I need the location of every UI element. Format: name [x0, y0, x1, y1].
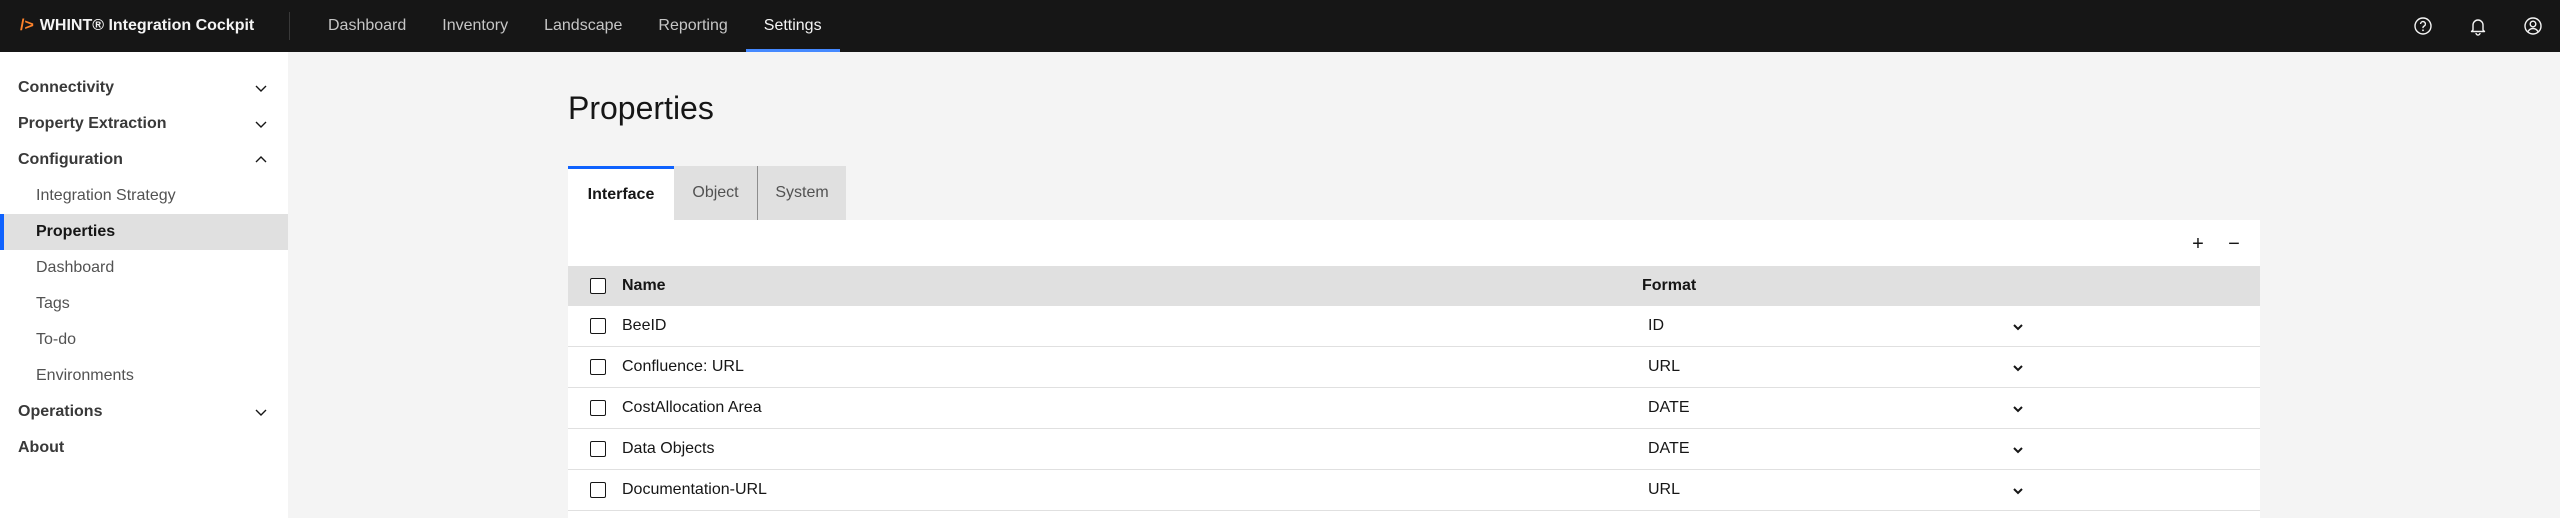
chevron-down-icon[interactable] — [2011, 320, 2025, 334]
row-checkbox[interactable] — [590, 359, 606, 375]
table-row: BeeID ID — [568, 306, 2260, 347]
chevron-down-icon[interactable] — [2011, 484, 2025, 498]
sidebar-item-property-extraction[interactable]: Property Extraction — [0, 106, 288, 142]
properties-table: + − Name Format BeeID ID Confluence: URL… — [568, 220, 2260, 518]
row-checkbox[interactable] — [590, 400, 606, 416]
row-checkbox[interactable] — [590, 441, 606, 457]
sidebar-item-about[interactable]: About — [0, 430, 288, 466]
format-select[interactable]: URL — [1648, 358, 1680, 376]
brand-logo-mark: /> — [20, 17, 34, 34]
sidebar-item-connectivity[interactable]: Connectivity — [0, 70, 288, 106]
chevron-down-icon[interactable] — [2011, 402, 2025, 416]
chevron-down-icon — [255, 121, 267, 128]
table-row: Confluence: URL URL — [568, 347, 2260, 388]
add-row-button[interactable]: + — [2182, 228, 2214, 260]
top-icons — [2395, 0, 2560, 52]
row-checkbox[interactable] — [590, 482, 606, 498]
format-select[interactable]: ID — [1648, 317, 1664, 335]
notification-icon[interactable] — [2450, 0, 2505, 52]
tab-system[interactable]: System — [758, 166, 846, 220]
format-select[interactable]: DATE — [1648, 399, 1689, 417]
row-name: BeeID — [622, 317, 667, 334]
select-all-checkbox[interactable] — [590, 278, 606, 294]
chevron-down-icon[interactable] — [2011, 361, 2025, 375]
main-content: Properties Interface Object System + − N… — [288, 52, 2552, 518]
sidebar: Connectivity Property Extraction Configu… — [0, 52, 288, 518]
sidebar-item-tags[interactable]: Tags — [0, 286, 288, 322]
brand-name: WHINT® Integration Cockpit — [39, 17, 255, 34]
sidebar-item-operations[interactable]: Operations — [0, 394, 288, 430]
main-nav: Dashboard Inventory Landscape Reporting … — [290, 0, 840, 52]
sidebar-item-integration-strategy[interactable]: Integration Strategy — [0, 178, 288, 214]
header-format[interactable]: Format — [1642, 277, 1696, 295]
format-select[interactable]: URL — [1648, 481, 1680, 499]
remove-row-button[interactable]: − — [2218, 228, 2250, 260]
nav-landscape[interactable]: Landscape — [526, 0, 640, 52]
nav-reporting[interactable]: Reporting — [640, 0, 745, 52]
row-checkbox[interactable] — [590, 318, 606, 334]
row-name: Data Objects — [622, 440, 715, 457]
row-name: Documentation-URL — [622, 481, 767, 498]
page-title: Properties — [568, 90, 714, 126]
tab-list: Interface Object System — [568, 166, 846, 220]
sidebar-item-label: Operations — [18, 403, 103, 420]
row-name: Confluence: URL — [622, 358, 744, 375]
table-header: Name Format — [568, 266, 2260, 306]
chevron-up-icon — [255, 156, 267, 163]
table-row: Documentation-URL URL — [568, 470, 2260, 511]
sidebar-item-environments[interactable]: Environments — [0, 358, 288, 394]
chevron-down-icon[interactable] — [2011, 443, 2025, 457]
tab-object[interactable]: Object — [674, 166, 758, 220]
app-brand[interactable]: /> WHINT® Integration Cockpit — [0, 12, 290, 40]
table-row: CostAllocation Area DATE — [568, 388, 2260, 429]
nav-dashboard[interactable]: Dashboard — [290, 0, 424, 52]
sidebar-item-label: Connectivity — [18, 79, 115, 96]
help-icon[interactable] — [2395, 0, 2450, 52]
sidebar-item-label: About — [18, 439, 65, 456]
sidebar-item-configuration[interactable]: Configuration — [0, 142, 288, 178]
table-toolbar: + − — [568, 220, 2260, 266]
sidebar-item-label: Property Extraction — [18, 115, 167, 132]
sidebar-item-label: Configuration — [18, 151, 123, 168]
nav-inventory[interactable]: Inventory — [424, 0, 526, 52]
sidebar-item-properties[interactable]: Properties — [0, 214, 288, 250]
sidebar-item-todo[interactable]: To-do — [0, 322, 288, 358]
sidebar-item-dashboard[interactable]: Dashboard — [0, 250, 288, 286]
format-select[interactable]: DATE — [1648, 440, 1689, 458]
table-row: Data Objects DATE — [568, 429, 2260, 470]
row-name: CostAllocation Area — [622, 399, 762, 416]
top-bar: /> WHINT® Integration Cockpit Dashboard … — [0, 0, 2560, 52]
chevron-down-icon — [255, 85, 267, 92]
user-avatar-icon[interactable] — [2505, 0, 2560, 52]
chevron-down-icon — [255, 409, 267, 416]
header-name[interactable]: Name — [622, 277, 666, 295]
tab-interface[interactable]: Interface — [568, 166, 674, 220]
nav-settings[interactable]: Settings — [745, 0, 840, 52]
